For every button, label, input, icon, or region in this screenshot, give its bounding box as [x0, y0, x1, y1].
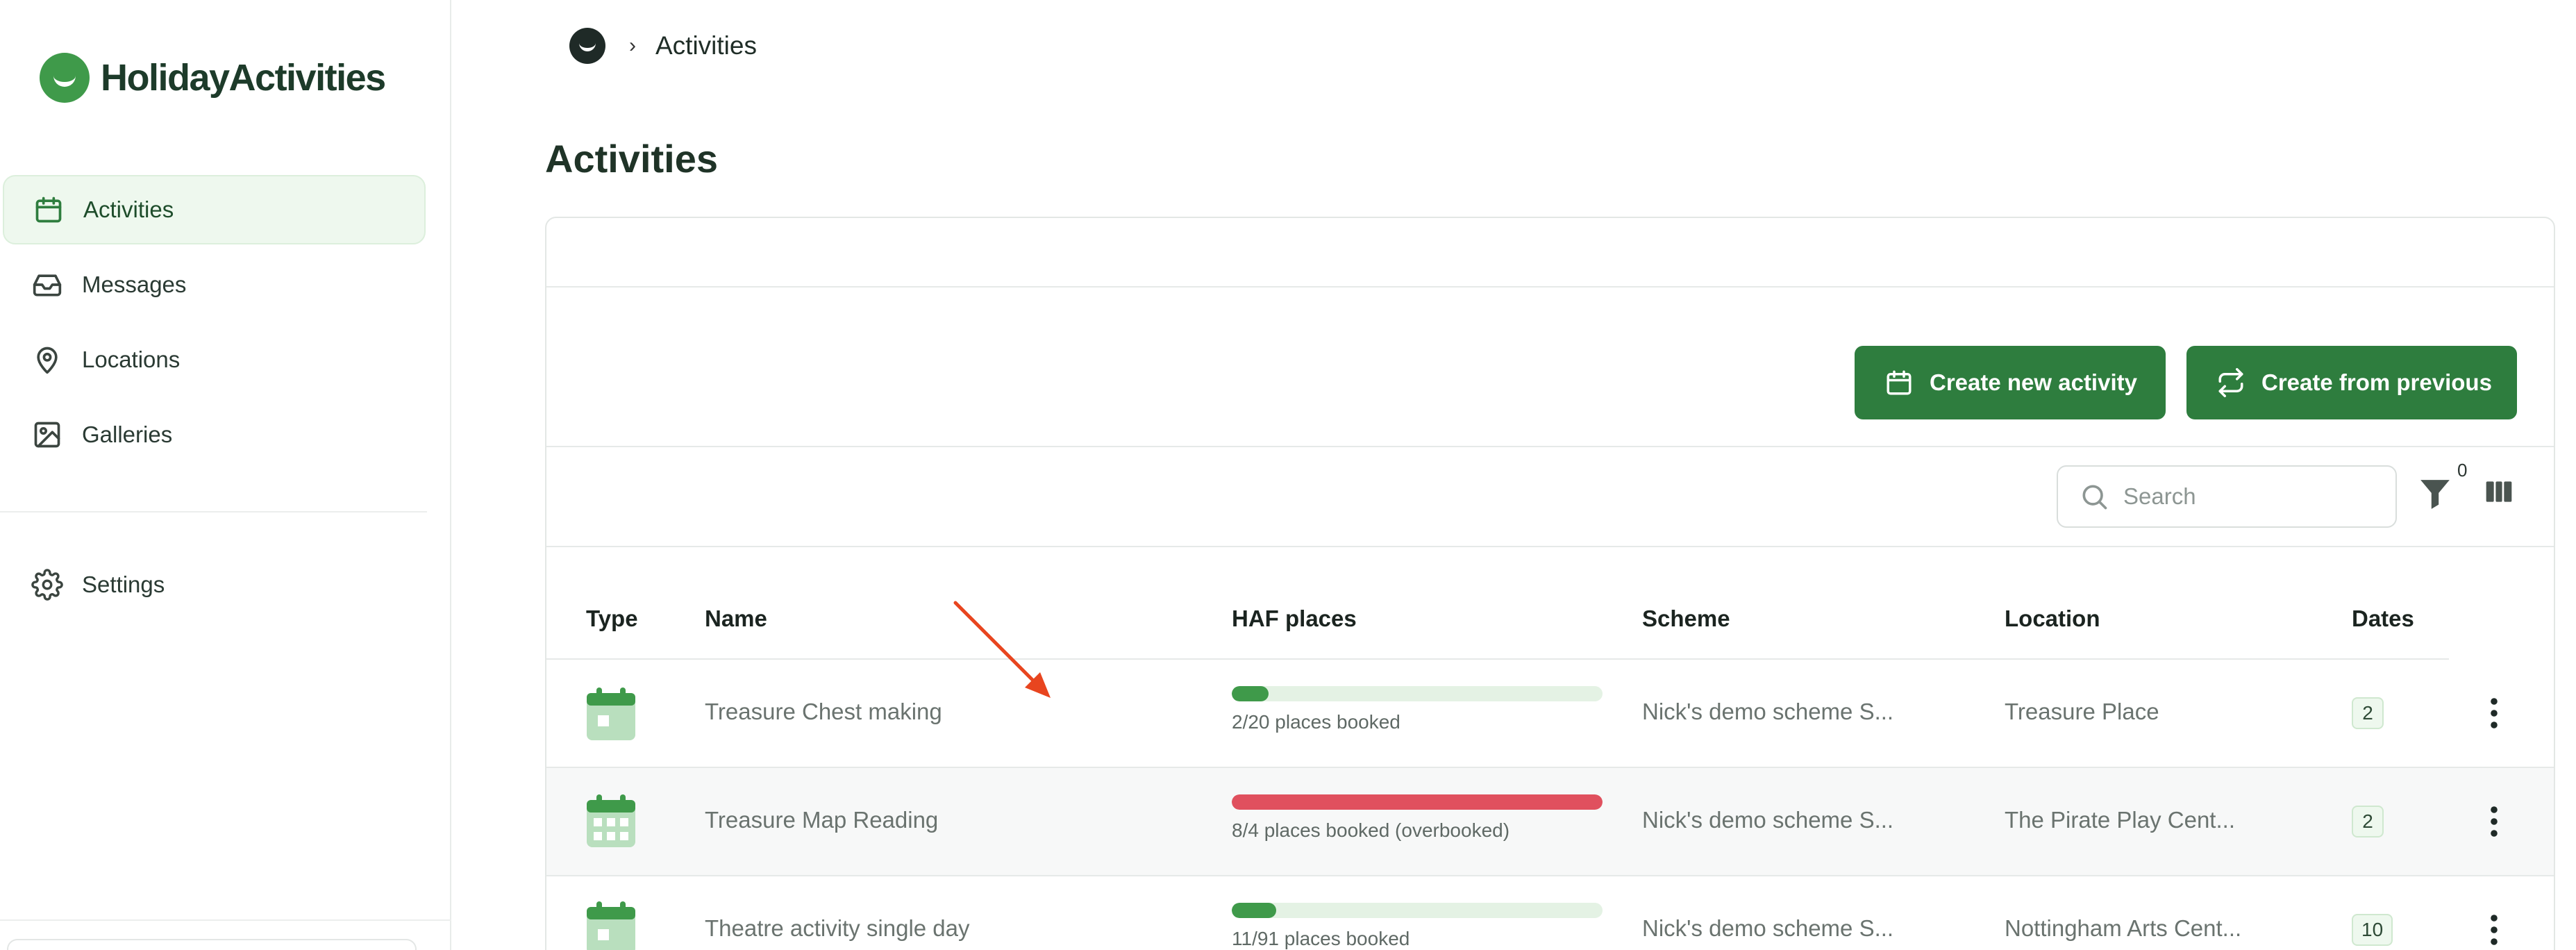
column-header-haf-places[interactable]: HAF places [1232, 606, 1357, 632]
table-row[interactable]: Theatre activity single day 11/91 places… [546, 876, 2554, 950]
activities-card: Create new activity Create from previous… [545, 217, 2555, 950]
breadcrumb-current: Activities [655, 31, 757, 60]
sidebar-item-activities[interactable]: Activities [3, 175, 426, 244]
sidebar-item-settings[interactable]: Settings [3, 550, 426, 619]
sidebar: HolidayActivities Activities Messages Lo… [0, 0, 451, 950]
calendar-single-day-icon [587, 900, 635, 950]
column-header-type[interactable]: Type [586, 606, 638, 632]
activity-name[interactable]: Treasure Map Reading [705, 807, 938, 833]
sidebar-item-label: Settings [82, 572, 165, 597]
places-progress-bar [1232, 794, 1603, 810]
places-progress-fill [1232, 794, 1603, 810]
sidebar-divider [0, 919, 451, 921]
create-new-activity-label: Create new activity [1930, 369, 2137, 395]
sidebar-item-label: Messages [82, 272, 187, 297]
dates-count-badge: 2 [2352, 697, 2384, 729]
activity-name[interactable]: Theatre activity single day [705, 915, 970, 942]
column-header-location[interactable]: Location [2005, 606, 2100, 632]
app-name: HolidayActivities [101, 57, 386, 99]
sidebar-item-locations[interactable]: Locations [3, 325, 426, 394]
calendar-icon [1882, 366, 1916, 399]
location-name: Nottingham Arts Cent... [2005, 915, 2242, 941]
places-progress-fill [1232, 903, 1277, 918]
inbox-icon [31, 268, 64, 301]
filter-count-badge: 0 [2457, 460, 2468, 481]
places-booked-text: 2/20 places booked [1232, 711, 1400, 733]
location-name: The Pirate Play Cent... [2005, 807, 2235, 833]
page-title: Activities [545, 137, 718, 181]
places-booked-text: 11/91 places booked [1232, 928, 1410, 949]
search-icon [2079, 481, 2109, 512]
chevron-right-icon: › [629, 34, 636, 57]
map-pin-icon [31, 343, 64, 376]
places-progress-fill [1232, 686, 1269, 701]
gear-icon [31, 568, 64, 601]
scheme-name: Nick's demo scheme S... [1642, 807, 1894, 833]
sidebar-footer[interactable] [7, 939, 417, 950]
sidebar-divider [0, 511, 427, 512]
scheme-name: Nick's demo scheme S... [1642, 915, 1894, 941]
sidebar-item-label: Locations [82, 347, 181, 372]
create-new-activity-button[interactable]: Create new activity [1855, 346, 2166, 419]
create-from-previous-button[interactable]: Create from previous [2186, 346, 2517, 419]
annotation-arrow-icon [953, 601, 1051, 698]
calendar-single-day-icon [587, 686, 635, 740]
search-input[interactable] [2123, 483, 2387, 510]
smile-logo-icon [40, 53, 90, 103]
places-progress-bar [1232, 686, 1603, 701]
columns-icon[interactable] [2484, 476, 2517, 510]
dates-count-badge: 2 [2352, 806, 2384, 838]
column-header-name[interactable]: Name [705, 606, 767, 632]
scheme-name: Nick's demo scheme S... [1642, 699, 1894, 724]
divider [546, 446, 2554, 447]
divider [546, 546, 2554, 547]
image-icon [31, 418, 64, 451]
column-header-scheme[interactable]: Scheme [1642, 606, 1730, 632]
calendar-icon [32, 193, 65, 226]
breadcrumb: › Activities [569, 28, 757, 64]
divider [546, 286, 2554, 288]
more-options-icon[interactable] [2487, 696, 2501, 731]
places-booked-text: 8/4 places booked (overbooked) [1232, 819, 1510, 841]
filter-icon[interactable] [2418, 475, 2457, 517]
table-row[interactable]: Treasure Chest making 2/20 places booked… [546, 660, 2554, 767]
create-from-previous-label: Create from previous [2261, 369, 2492, 395]
places-progress-bar [1232, 903, 1603, 918]
activity-name[interactable]: Treasure Chest making [705, 699, 942, 725]
more-options-icon[interactable] [2487, 804, 2501, 839]
sidebar-item-label: Activities [83, 197, 174, 222]
table-row[interactable]: Treasure Map Reading 8/4 places booked (… [546, 768, 2554, 875]
more-options-icon[interactable] [2487, 912, 2501, 947]
home-logo-icon[interactable] [569, 28, 605, 64]
sidebar-item-galleries[interactable]: Galleries [3, 400, 426, 469]
calendar-multi-day-icon [587, 793, 635, 847]
sidebar-item-messages[interactable]: Messages [3, 250, 426, 319]
column-header-dates[interactable]: Dates [2352, 606, 2414, 632]
search-field[interactable] [2057, 465, 2397, 528]
dates-count-badge: 10 [2352, 914, 2393, 946]
sidebar-item-label: Galleries [82, 422, 173, 447]
repeat-icon [2214, 366, 2248, 399]
location-name: Treasure Place [2005, 699, 2159, 724]
app-logo[interactable]: HolidayActivities [40, 53, 386, 103]
